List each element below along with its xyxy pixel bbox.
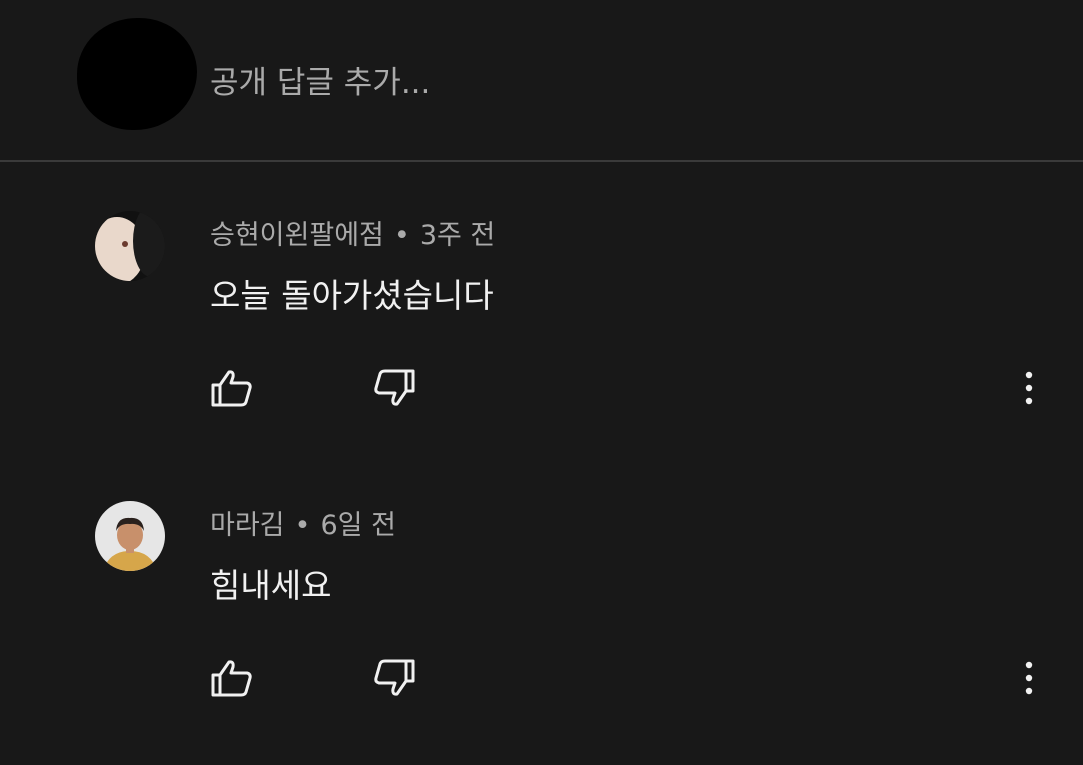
comment-item: 승현이왼팔에점 • 3주 전 오늘 돌아가셨습니다 [0, 185, 1083, 475]
thumbs-up-icon [211, 370, 252, 407]
comment-author[interactable]: 승현이왼팔에점 [210, 220, 384, 251]
reply-composer [0, 0, 1083, 162]
comment-text: 오늘 돌아가셨습니다 [210, 276, 494, 315]
dislike-button[interactable] [369, 653, 419, 703]
dislike-button[interactable] [369, 363, 419, 413]
meta-separator: • [393, 220, 410, 251]
like-button[interactable] [207, 653, 257, 703]
more-vertical-icon [1025, 371, 1033, 405]
comment-meta: 승현이왼팔에점 • 3주 전 [210, 213, 495, 252]
thumbs-down-icon [374, 369, 415, 406]
comment-meta: 마라김 • 6일 전 [210, 503, 396, 542]
more-vertical-icon [1025, 661, 1033, 695]
thumbs-down-icon [374, 659, 415, 696]
like-button[interactable] [207, 363, 257, 413]
avatar[interactable] [95, 211, 165, 281]
comment-item: 마라김 • 6일 전 힘내세요 [0, 475, 1083, 765]
thumbs-up-icon [211, 660, 252, 697]
more-options-button[interactable] [1004, 653, 1054, 703]
comment-author[interactable]: 마라김 [210, 510, 285, 541]
comment-time: 6일 전 [320, 510, 396, 541]
reply-input[interactable] [210, 58, 1030, 108]
avatar[interactable] [95, 501, 165, 571]
more-options-button[interactable] [1004, 363, 1054, 413]
comment-time: 3주 전 [419, 220, 496, 251]
comment-text: 힘내세요 [210, 566, 332, 605]
meta-separator: • [294, 510, 311, 541]
avatar [77, 18, 197, 130]
